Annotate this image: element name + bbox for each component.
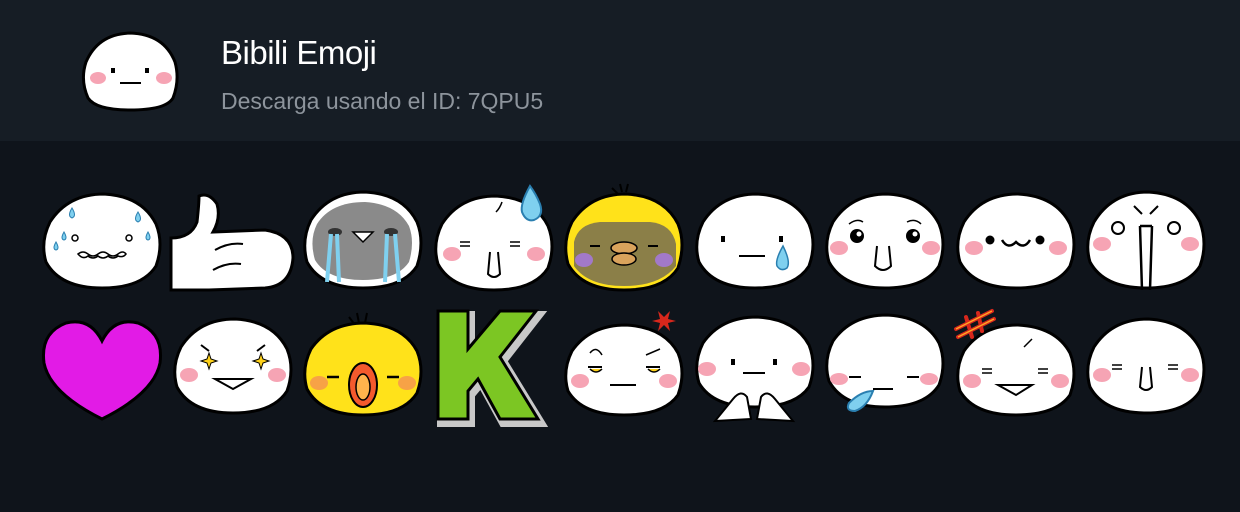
sticker-grid	[38, 182, 1213, 432]
sweating-worried-face-sticker[interactable]	[38, 182, 168, 302]
teary-eyed-face-sticker[interactable]	[821, 182, 951, 302]
thumbs-up-sticker[interactable]	[169, 182, 299, 302]
cute-mouth-face-sticker[interactable]	[952, 182, 1082, 302]
pack-title: Bibili Emoji	[221, 34, 377, 71]
shocked-face-sticker[interactable]	[1082, 182, 1212, 302]
praying-hands-face-sticker[interactable]	[691, 307, 821, 427]
purple-heart-sticker[interactable]	[38, 307, 168, 427]
yellow-chick-face-sticker[interactable]	[560, 182, 690, 302]
pack-neutral-face-icon	[81, 31, 179, 112]
annoyed-face-sticker[interactable]	[560, 307, 690, 427]
sleepy-drool-face-sticker[interactable]	[821, 307, 951, 427]
yellow-chick-yelling-sticker[interactable]	[299, 307, 429, 427]
sweat-drop-face-sticker[interactable]	[430, 182, 560, 302]
plain-smile-face-sticker[interactable]	[1082, 307, 1212, 427]
pack-header: Bibili Emoji Descarga usando el ID: 7QPU…	[0, 0, 1240, 141]
pack-download-id: Descarga usando el ID: 7QPU5	[221, 88, 544, 114]
green-letter-k-sticker[interactable]	[430, 307, 560, 427]
angry-mark-face-sticker[interactable]	[952, 307, 1082, 427]
crying-face-sticker[interactable]	[299, 182, 429, 302]
single-tear-face-sticker[interactable]	[691, 182, 821, 302]
sparkle-eyes-face-sticker[interactable]	[169, 307, 299, 427]
